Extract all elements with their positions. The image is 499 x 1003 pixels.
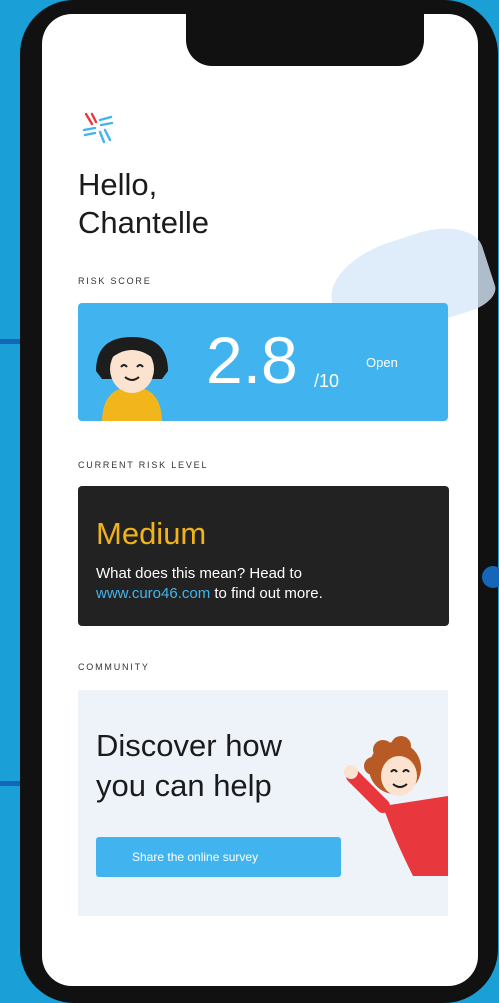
risk-score-value: 2.8	[206, 323, 298, 397]
girl-avatar-icon	[96, 337, 168, 421]
connector-dot	[482, 566, 499, 588]
share-survey-button[interactable]: Share the online survey	[96, 837, 341, 877]
community-title-line: you can help	[96, 768, 272, 803]
current-risk-level-label: CURRENT RISK LEVEL	[78, 460, 209, 470]
phone-notch	[186, 14, 424, 66]
greeting: Hello, Chantelle	[78, 166, 209, 242]
community-title: Discover how you can help	[96, 726, 282, 806]
risk-score-max: /10	[314, 371, 340, 391]
risk-level-value: Medium	[96, 516, 207, 551]
community-label: COMMUNITY	[78, 662, 150, 672]
risk-level-description: What does this mean? Head to www.curo46.…	[96, 564, 323, 604]
risk-score-label: RISK SCORE	[78, 276, 152, 286]
risk-score-card[interactable]: 2.8 /10 Open	[78, 303, 448, 421]
website-link[interactable]: www.curo46.com	[96, 585, 210, 602]
community-title-line: Discover how	[96, 728, 283, 763]
description-text: to find out more.	[210, 585, 323, 602]
risk-level-card: Medium What does this mean? Head to www.…	[78, 486, 449, 626]
waving-person-illustration	[344, 736, 448, 876]
community-card: Discover how you can help Share the onli…	[78, 690, 448, 916]
greeting-line: Hello,	[78, 167, 158, 202]
open-link[interactable]: Open	[366, 355, 398, 370]
app-logo-icon	[82, 112, 114, 144]
user-name: Chantelle	[78, 205, 209, 240]
description-text: What does this mean? Head to	[96, 565, 302, 582]
